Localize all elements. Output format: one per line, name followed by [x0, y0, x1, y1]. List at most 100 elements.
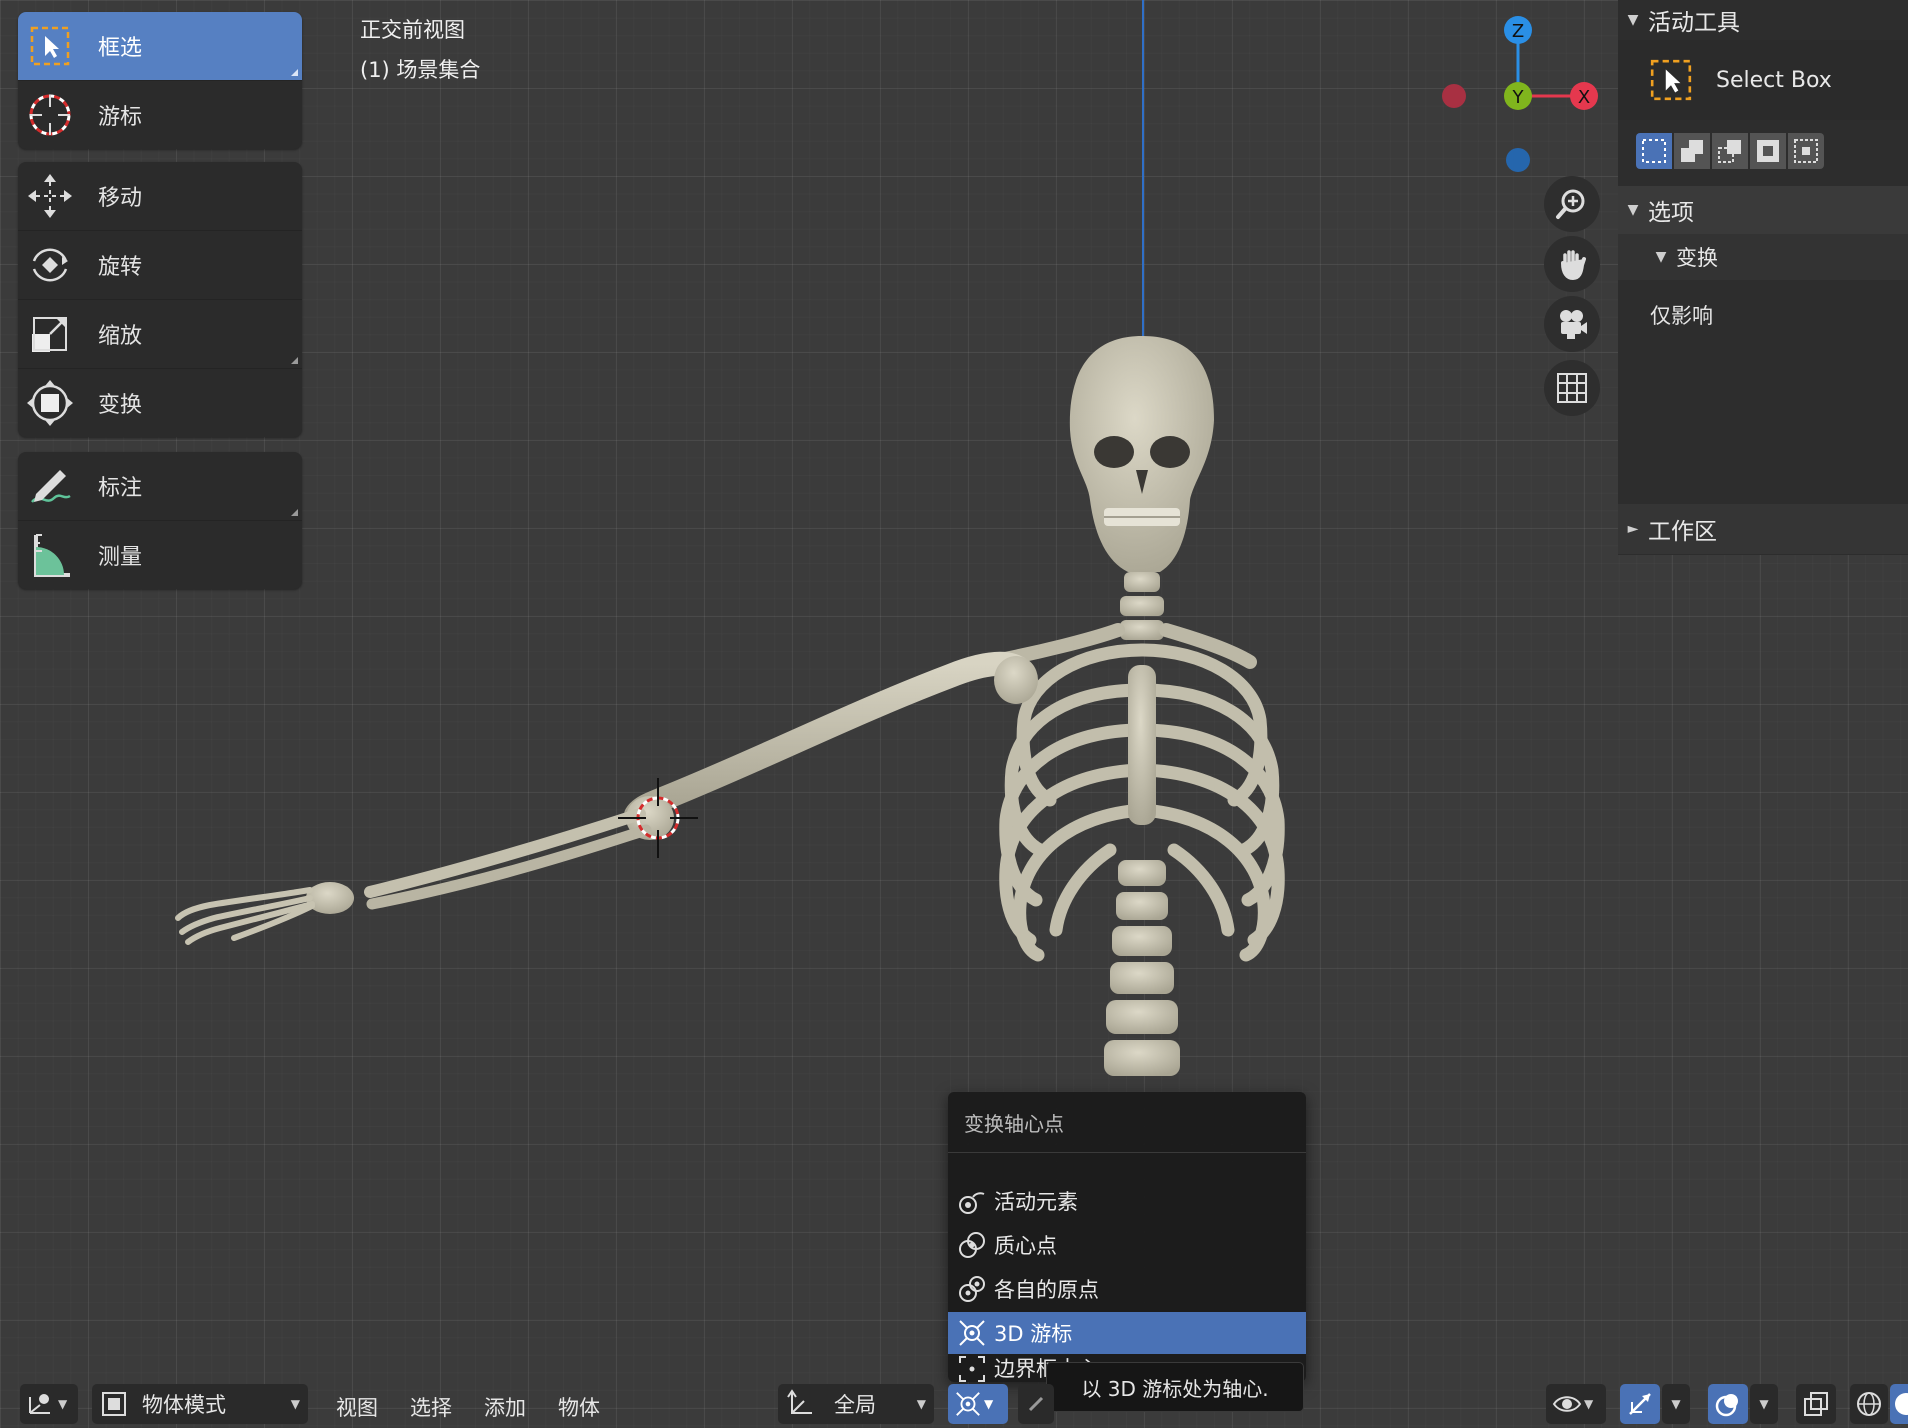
- pivot-item-label: 质心点: [994, 1234, 1057, 1258]
- snap-icon: [1028, 1396, 1044, 1412]
- pivot-individual-origins[interactable]: 各自的原点: [948, 1268, 1306, 1310]
- toolbar-group-select: 框选 游标: [18, 12, 302, 149]
- pivot-item-label: 3D 游标: [994, 1322, 1073, 1346]
- pivot-active-element-icon: [950, 1180, 994, 1222]
- tool-label: 框选: [98, 36, 143, 61]
- menu-object[interactable]: 物体: [558, 1392, 600, 1422]
- chevron-down-icon: ▼: [1671, 1397, 1681, 1411]
- tool-measure[interactable]: 测量: [18, 521, 302, 589]
- pivot-menu-title: 变换轴心点: [964, 1112, 1064, 1136]
- chevron-down-icon: ▼: [984, 1397, 994, 1411]
- mode-set-button[interactable]: [1636, 133, 1672, 169]
- pivot-item-label: 活动元素: [994, 1190, 1078, 1214]
- xray-toggle[interactable]: [1796, 1384, 1836, 1424]
- workspace-section[interactable]: ► 工作区: [1618, 504, 1908, 554]
- toolbar-group-annotate: 标注 测量: [18, 452, 302, 589]
- expand-right-icon: ►: [1627, 521, 1639, 537]
- gizmo-x-label: X: [1578, 87, 1590, 108]
- overlay-dropdown[interactable]: ▼: [1750, 1384, 1778, 1424]
- measure-icon: [24, 529, 76, 581]
- gizmo-y-label: Y: [1512, 87, 1525, 108]
- editor-type-dropdown[interactable]: ▼: [20, 1384, 78, 1424]
- selection-mode-buttons: [1618, 120, 1908, 182]
- mode-dropdown[interactable]: 物体模式 ▼: [92, 1384, 308, 1424]
- transform-icon: [24, 377, 76, 429]
- scale-icon: [24, 308, 76, 360]
- tool-scale[interactable]: 缩放: [18, 300, 302, 369]
- workspace-header-label: 工作区: [1648, 519, 1717, 545]
- menu-view[interactable]: 视图: [336, 1392, 378, 1422]
- pivot-median-point-icon: [950, 1224, 994, 1266]
- gizmo-toggle[interactable]: [1620, 1384, 1660, 1424]
- pivot-3d-cursor-icon: [950, 1312, 994, 1354]
- gizmo-icon: [1629, 1393, 1651, 1415]
- expand-down-icon: ▼: [1627, 202, 1639, 218]
- chevron-down-icon: ▼: [1759, 1397, 1769, 1411]
- pivot-median-point[interactable]: 质心点: [948, 1224, 1306, 1266]
- mode-intersect-button[interactable]: [1788, 133, 1824, 169]
- mode-label: 物体模式: [142, 1393, 226, 1417]
- expand-down-icon: ▼: [1655, 249, 1667, 265]
- tool-annotate[interactable]: 标注: [18, 452, 302, 521]
- gizmo-dropdown[interactable]: ▼: [1662, 1384, 1690, 1424]
- tool-transform[interactable]: 变换: [18, 369, 302, 437]
- zoom-button[interactable]: [1544, 176, 1600, 232]
- orientation-dropdown[interactable]: 全局 ▼: [778, 1384, 934, 1424]
- object-mode-icon: [102, 1392, 126, 1416]
- mode-subtract-button[interactable]: [1712, 133, 1748, 169]
- active-tool-row[interactable]: Select Box: [1618, 40, 1908, 120]
- transform-subheader-label: 变换: [1676, 246, 1718, 270]
- tool-rotate[interactable]: 旋转: [18, 231, 302, 300]
- snap-toggle[interactable]: [1018, 1384, 1054, 1424]
- tool-move[interactable]: 移动: [18, 162, 302, 231]
- select-box-icon: [24, 20, 76, 72]
- solid-sphere-icon: [1895, 1393, 1908, 1415]
- menu-select[interactable]: 选择: [410, 1392, 452, 1422]
- pivot-3d-cursor-icon: [956, 1392, 980, 1416]
- tool-label: 变换: [98, 393, 143, 418]
- pivot-3d-cursor[interactable]: 3D 游标: [948, 1312, 1306, 1354]
- tool-label: 标注: [98, 476, 143, 501]
- pivot-tooltip: 以 3D 游标处为轴心.: [1046, 1362, 1304, 1412]
- overlay-icon: [1715, 1394, 1738, 1417]
- pivot-point-menu: 变换轴心点 活动元素 质心点 各自的原点 3D 游标 边界框中心: [948, 1092, 1306, 1382]
- tool-label: 缩放: [98, 324, 143, 349]
- transform-subheader[interactable]: ▼ 变换: [1618, 234, 1908, 280]
- pan-button[interactable]: [1544, 236, 1600, 292]
- expand-down-icon: ▼: [1627, 12, 1639, 28]
- cursor-icon: [24, 89, 76, 141]
- menu-add[interactable]: 添加: [484, 1392, 526, 1422]
- tool-select-box[interactable]: 框选: [18, 12, 302, 81]
- select-box-icon: [1646, 55, 1696, 105]
- pivot-individual-origins-icon: [950, 1268, 994, 1310]
- pivot-point-dropdown[interactable]: ▼: [948, 1384, 1008, 1424]
- tool-label: 测量: [98, 545, 143, 570]
- shading-solid-button[interactable]: [1890, 1384, 1908, 1424]
- pivot-active-element[interactable]: 活动元素: [948, 1180, 1306, 1222]
- view-name-label: 正交前视图: [360, 18, 465, 42]
- tool-label: 游标: [98, 105, 143, 130]
- shading-wireframe-button[interactable]: [1850, 1384, 1888, 1424]
- camera-view-button[interactable]: [1544, 296, 1600, 352]
- pivot-item-label: 各自的原点: [994, 1278, 1099, 1302]
- options-header[interactable]: ▼ 选项: [1618, 186, 1908, 234]
- xray-icon: [1804, 1392, 1828, 1416]
- orthographic-toggle-button[interactable]: [1544, 360, 1600, 416]
- visibility-dropdown[interactable]: ▼: [1546, 1384, 1606, 1424]
- active-tool-header[interactable]: ▼ 活动工具: [1618, 0, 1908, 40]
- tool-settings-panel: ▼ 活动工具 Select Box ▼ 选项 ▼ 变换 仅影响: [1618, 0, 1908, 555]
- grid-icon: [1557, 373, 1587, 403]
- mode-extend-button[interactable]: [1674, 133, 1710, 169]
- move-icon: [24, 170, 76, 222]
- tool-label: 旋转: [98, 255, 143, 280]
- navigation-gizmo[interactable]: Z X Y: [1430, 10, 1610, 180]
- chevron-down-icon: ▼: [1584, 1397, 1594, 1411]
- tool-label: 移动: [98, 186, 143, 211]
- gizmo-z-label: Z: [1512, 21, 1524, 42]
- active-tool-header-label: 活动工具: [1648, 10, 1740, 36]
- tool-cursor[interactable]: 游标: [18, 81, 302, 149]
- overlay-toggle[interactable]: [1708, 1384, 1748, 1424]
- annotate-icon: [24, 460, 76, 512]
- mode-invert-button[interactable]: [1750, 133, 1786, 169]
- active-tool-name: Select Box: [1716, 67, 1832, 93]
